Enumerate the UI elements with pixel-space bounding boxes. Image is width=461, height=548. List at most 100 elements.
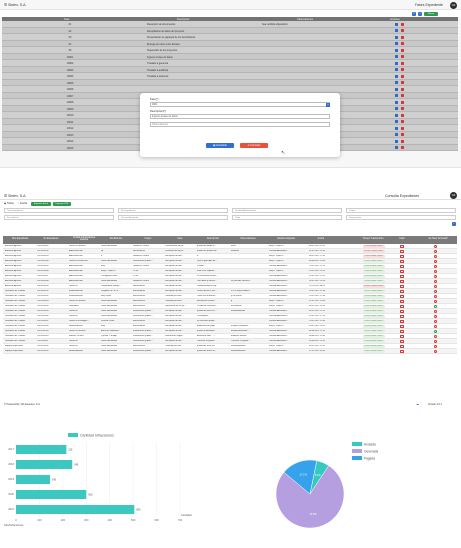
close-icon[interactable] bbox=[434, 260, 437, 263]
calendar-icon[interactable] bbox=[400, 325, 404, 328]
close-icon[interactable] bbox=[434, 250, 437, 253]
col-fecha[interactable]: Fecha bbox=[309, 238, 333, 240]
close-icon[interactable] bbox=[434, 295, 437, 298]
refresh-icon[interactable]: ↻ bbox=[412, 11, 416, 16]
calendar-icon[interactable] bbox=[400, 255, 404, 258]
table-cell: Recepcion de doc... bbox=[165, 275, 184, 278]
calendar-icon[interactable] bbox=[400, 260, 404, 263]
new-button[interactable]: Nuevo bbox=[424, 11, 438, 16]
table-cell: David Hernández bbox=[101, 310, 118, 313]
close-icon[interactable] bbox=[434, 265, 437, 268]
close-icon[interactable] bbox=[434, 275, 437, 278]
brand-title[interactable]: ☰ Sintex, S.A. bbox=[4, 3, 26, 7]
check-icon[interactable] bbox=[434, 305, 437, 308]
close-icon[interactable] bbox=[434, 320, 437, 323]
calendar-icon[interactable] bbox=[400, 280, 404, 283]
calendar-icon[interactable] bbox=[400, 320, 404, 323]
col-no-expediente[interactable]: No Expediente bbox=[37, 238, 65, 240]
table-cell: Se necesita apoyo... bbox=[197, 320, 216, 323]
calendar-icon[interactable] bbox=[400, 350, 404, 353]
actualizar-label: Actualizar bbox=[215, 144, 227, 147]
actualizar-button[interactable]: ▣ Actualizar bbox=[206, 143, 234, 148]
export-excel-button[interactable]: Exportar Excel bbox=[31, 202, 51, 206]
filter-no-expediente[interactable]: No Expediente bbox=[118, 208, 228, 213]
close-icon[interactable] bbox=[434, 345, 437, 348]
table-cell: Usuario Administra... bbox=[269, 315, 289, 318]
table-cell: Gerencia bbox=[69, 310, 78, 313]
calendar-icon[interactable] bbox=[400, 250, 404, 253]
search-icon[interactable]: ⌕ bbox=[452, 222, 456, 226]
close-icon[interactable] bbox=[434, 245, 437, 248]
tiempo-badge: 0 Días 2 Horas 7 Minu... bbox=[363, 315, 385, 318]
close-icon[interactable] bbox=[434, 310, 437, 313]
calendar-icon[interactable] bbox=[400, 335, 404, 338]
col-observaciones[interactable]: Observaciones bbox=[231, 238, 265, 240]
close-icon[interactable] bbox=[434, 340, 437, 343]
col-unidad[interactable]: Unidad Administrativa Gestora bbox=[69, 237, 99, 241]
radio-fecha[interactable]: ○ Fecha bbox=[18, 202, 28, 205]
close-icon[interactable] bbox=[434, 315, 437, 318]
close-icon[interactable] bbox=[434, 255, 437, 258]
observaciones-input[interactable]: Observaciones bbox=[150, 122, 330, 127]
close-icon[interactable] bbox=[434, 280, 437, 283]
col-tipo-expediente[interactable]: Tipo Expediente bbox=[5, 238, 35, 240]
cancelar-button[interactable]: ⊘ Cancelar bbox=[240, 143, 268, 148]
calendar-icon[interactable] bbox=[400, 330, 404, 333]
table-cell: 2022000001 bbox=[37, 345, 49, 348]
fase-input[interactable]: 0001 bbox=[150, 102, 330, 107]
export-pdf-button[interactable]: Exportar PDF bbox=[53, 202, 71, 206]
check-icon[interactable] bbox=[434, 330, 437, 333]
calendar-icon[interactable] bbox=[400, 315, 404, 318]
table-cell: David Hernández bbox=[101, 315, 118, 318]
close-icon[interactable] bbox=[434, 350, 437, 353]
col-tiempo[interactable]: Tiempo Transcurrido bbox=[353, 238, 393, 240]
calendar-icon[interactable] bbox=[400, 265, 404, 268]
filter-origen[interactable]: Origen bbox=[346, 208, 456, 213]
chat-icon[interactable]: ☁ bbox=[416, 402, 419, 406]
filter-seguimiento[interactable]: Seguimiento bbox=[346, 215, 456, 220]
col-descripcion[interactable]: Descripción bbox=[197, 238, 229, 240]
col-fase[interactable]: Fase bbox=[165, 238, 195, 240]
filter-tipo-expediente[interactable]: Tipo Expediente bbox=[4, 208, 114, 213]
descripcion-input[interactable]: Ingreso a base de datos bbox=[150, 114, 330, 119]
calendar-icon[interactable] bbox=[400, 345, 404, 348]
calendar-icon[interactable] bbox=[400, 295, 404, 298]
close-icon[interactable] bbox=[434, 300, 437, 303]
avatar[interactable]: GS bbox=[450, 1, 457, 9]
col-calor[interactable]: Calor bbox=[393, 238, 411, 240]
col-terminal[interactable]: Se Hace Terminal? bbox=[421, 238, 455, 240]
filter-unidad-administrativa[interactable]: Unidad Administrativa bbox=[232, 208, 342, 213]
avatar[interactable]: GS bbox=[450, 191, 457, 199]
brand-title[interactable]: ☰ Sintex, S.A. bbox=[4, 194, 26, 198]
close-icon[interactable] bbox=[434, 270, 437, 273]
calendar-icon[interactable] bbox=[400, 305, 404, 308]
table-cell: g bbox=[231, 300, 233, 303]
chevron-down-icon[interactable]: ▾ bbox=[326, 102, 330, 107]
calendar-icon[interactable] bbox=[400, 285, 404, 288]
col-usuario[interactable]: Usuario Asignado bbox=[269, 238, 303, 240]
filter-icon[interactable]: ≡ bbox=[418, 11, 422, 16]
calendar-icon[interactable] bbox=[400, 340, 404, 343]
calendar-icon[interactable] bbox=[400, 270, 404, 273]
calendar-icon[interactable] bbox=[400, 310, 404, 313]
close-icon[interactable] bbox=[434, 335, 437, 338]
filter-usuario-asignado[interactable]: Usuario Asignado bbox=[118, 215, 228, 220]
close-icon[interactable] bbox=[434, 290, 437, 293]
close-icon[interactable] bbox=[434, 285, 437, 288]
filter-calor[interactable]: Calor bbox=[232, 215, 342, 220]
calendar-icon[interactable] bbox=[400, 290, 404, 293]
calendar-icon[interactable] bbox=[400, 245, 404, 248]
table-cell: Prueba bbox=[197, 265, 204, 268]
radio-todos[interactable]: ◉ Todos bbox=[4, 202, 14, 205]
close-icon[interactable] bbox=[434, 325, 437, 328]
table-cell: Prueba de actualiza... bbox=[197, 305, 218, 308]
table-cell: Beneficiarios bbox=[133, 325, 145, 328]
calendar-icon[interactable] bbox=[400, 300, 404, 303]
col-origen[interactable]: Origen bbox=[133, 238, 163, 240]
legend-swatch bbox=[352, 449, 362, 453]
table-row[interactable]: Equipos Especiales 2022000002 Mantenimient… bbox=[3, 349, 457, 354]
calendar-icon[interactable] bbox=[400, 275, 404, 278]
table-cell: Billy E. Lopez F. bbox=[269, 305, 284, 308]
filter-fase-actual[interactable]: Fase Actual bbox=[4, 215, 114, 220]
col-recibido-de[interactable]: Recibido De bbox=[101, 238, 131, 240]
